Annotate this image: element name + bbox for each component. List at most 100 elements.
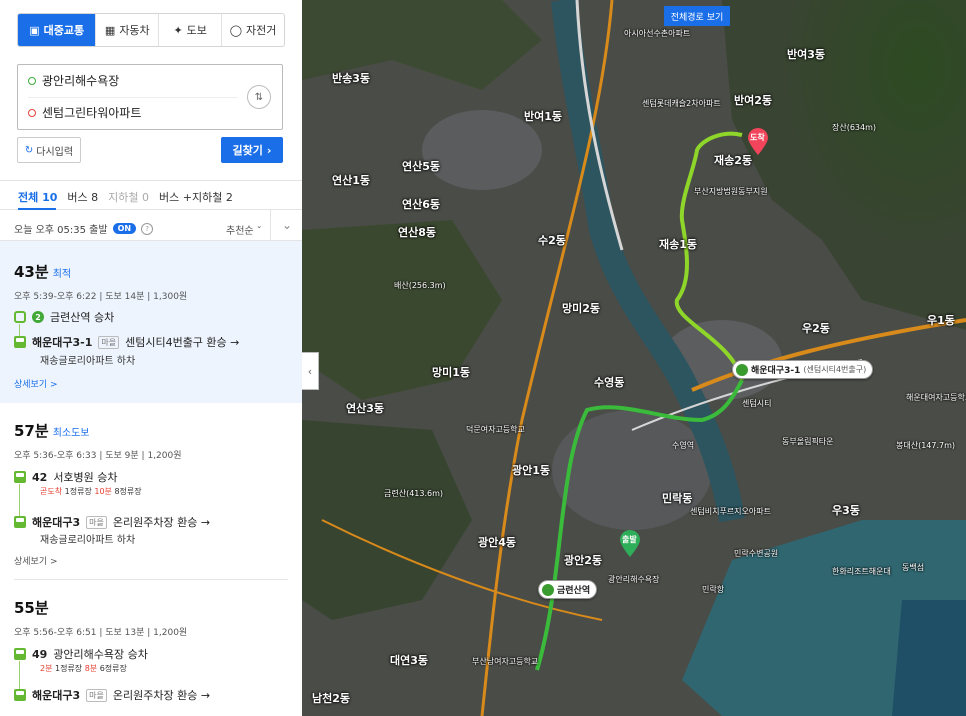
bus-number: 49 (32, 647, 48, 661)
bus-icon (736, 363, 748, 376)
poi-label: 봉대산(147.7m) (896, 441, 956, 450)
poi-label: 수영역 (672, 441, 695, 450)
route-input-box: 광안리해수욕장 센텀그린타워아파트 ⇅ (17, 64, 283, 130)
map-label: 대연3동 (390, 654, 429, 667)
map-label: 재송1동 (659, 238, 698, 251)
panel-toggle-chevron-icon[interactable]: ‹ (302, 352, 319, 390)
origin-marker-icon[interactable]: 출발 (618, 530, 642, 558)
bus-icon: ▣ (29, 23, 40, 37)
detail-link[interactable]: 상세보기 > (14, 554, 58, 567)
result-filter-tabs: 전체 10 버스 8 지하철 0 버스 +지하철 2 (18, 189, 233, 205)
destination-dot-icon (28, 108, 36, 117)
route-step: 2 금련산역 승차 (14, 309, 114, 325)
map-label: 남천2동 (312, 692, 351, 705)
poi-label: 금련산(413.6m) (384, 489, 444, 498)
map-label: 광안2동 (564, 554, 603, 567)
route-step: 해운대구3-1 마을 센텀시티4번출구 환승 → (14, 334, 239, 350)
tab-car[interactable]: ▦ 자동차 (95, 14, 158, 46)
origin-marker-label: 출발 (622, 535, 637, 544)
poi-label: 민락항 (702, 585, 725, 594)
poi-label: 동백섬 (902, 563, 925, 572)
bus-icon (14, 648, 26, 660)
map-label: 망미2동 (562, 302, 601, 315)
bus-number: 해운대구3 (32, 516, 81, 529)
tab-walk-label: 도보 (186, 24, 207, 37)
route-step: 49 광안리해수욕장 승차 (14, 646, 148, 662)
poi-label: 아시아선수촌아파트 (624, 29, 691, 38)
route-connector (19, 484, 20, 516)
route-step: 해운대구3 마을 온리원주차장 환승 → (14, 687, 210, 703)
tab-walk[interactable]: ✦ 도보 (158, 14, 221, 46)
map-label: 연산6동 (402, 198, 441, 211)
route-step: 해운대구3 마을 온리원주차장 환승 → (14, 514, 210, 530)
poi-label: 해운대여자고등학교 (906, 393, 966, 402)
map-label: 광안1동 (512, 464, 551, 477)
result-meta: 오후 5:36-오후 6:33 | 도보 9분 | 1,200원 (14, 451, 182, 461)
refresh-icon: ↻ (24, 144, 34, 156)
map-label: 망미1동 (432, 366, 471, 379)
search-route-label: 길찾기 (232, 144, 263, 157)
map-label: 우1동 (927, 314, 955, 327)
result-duration: 55분 (14, 599, 49, 617)
subway-icon (14, 311, 26, 323)
walk-icon: ✦ (173, 23, 183, 37)
map-label: 연산3동 (346, 402, 385, 415)
filter-bus-subway[interactable]: 버스 +지하철 2 (159, 189, 233, 205)
destination-marker-icon[interactable]: 도착 (746, 128, 770, 156)
car-icon: ▦ (104, 23, 116, 37)
map-label: 연산5동 (402, 160, 441, 173)
search-route-button[interactable]: 길찾기 › (221, 137, 283, 163)
map-label: 광안4동 (478, 536, 517, 549)
active-filter-indicator (18, 208, 56, 210)
result-duration: 43분 최적 (14, 263, 72, 281)
tab-transit-label: 대중교통 (43, 24, 85, 37)
filter-subway[interactable]: 지하철 0 (108, 189, 149, 205)
divider (14, 579, 288, 580)
full-route-button[interactable]: 전체경로 보기 (664, 6, 730, 26)
filter-bus[interactable]: 버스 8 (67, 189, 98, 205)
collapse-chevron-icon[interactable]: ⌄ (270, 209, 302, 241)
map-satellite (302, 0, 966, 716)
poi-label: 민락수변공원 (734, 549, 779, 558)
origin-field[interactable]: 광안리해수욕장 (28, 72, 119, 89)
tab-bike-label: 자전거 (246, 24, 277, 37)
bus-number: 해운대구3 (32, 689, 81, 702)
result-card[interactable]: 55분 오후 5:56-오후 6:51 | 도보 13분 | 1,200원 49… (0, 581, 302, 716)
bus-stop-pill[interactable]: 해운대구3-1 (센텀시티4번출구) (732, 360, 874, 379)
filter-all[interactable]: 전체 10 (18, 189, 57, 205)
destination-field[interactable]: 센텀그린타워아파트 (28, 104, 141, 121)
subway-icon (542, 583, 554, 596)
sort-dropdown[interactable]: 추천순 ˇ (226, 222, 262, 237)
poi-label: 덕문여자고등학교 (466, 425, 525, 434)
bus-icon (14, 471, 26, 483)
map-label: 수2동 (538, 234, 566, 247)
result-card[interactable]: 43분 최적 오후 5:39-오후 6:22 | 도보 14분 | 1,300원 … (0, 241, 302, 403)
reset-button[interactable]: ↻ 다시입력 (17, 137, 81, 163)
help-icon[interactable]: ? (141, 222, 154, 235)
departure-time[interactable]: 오늘 오후 05:35 출발 ON ? (14, 221, 154, 236)
detail-link[interactable]: 상세보기 > (14, 377, 58, 390)
map-label: 우2동 (802, 322, 830, 335)
origin-dot-icon (28, 76, 36, 85)
poi-label: 배산(256.3m) (394, 281, 446, 290)
result-meta: 오후 5:56-오후 6:51 | 도보 13분 | 1,200원 (14, 628, 188, 638)
map-view[interactable]: 반여3동 반여2동 재송2동 재송1동 우2동 우1동 반송3동 반여1동 망미… (302, 0, 966, 716)
bus-icon (14, 516, 26, 528)
map-label: 반여2동 (734, 94, 773, 107)
poi-label: 동부올림픽타운 (782, 437, 834, 446)
tab-bike[interactable]: ◯ 자전거 (221, 14, 284, 46)
village-bus-badge: 마을 (86, 515, 107, 529)
chevron-down-icon: ˇ (256, 226, 262, 237)
destination-marker-label: 도착 (750, 133, 765, 142)
tab-transit[interactable]: ▣ 대중교통 (18, 14, 96, 46)
poi-label: 부산지방법원동부지원 (694, 187, 768, 196)
map-label: 연산1동 (332, 174, 371, 187)
map-label: 우3동 (832, 504, 860, 517)
poi-label: 센텀롯데캐슬2차아파트 (642, 99, 721, 108)
map-label: 수영동 (594, 376, 625, 389)
swap-icon[interactable]: ⇅ (247, 85, 271, 109)
departure-toggle[interactable]: ON (112, 223, 137, 234)
result-card[interactable]: 57분 최소도보 오후 5:36-오후 6:33 | 도보 9분 | 1,200원… (0, 404, 302, 580)
bike-icon: ◯ (229, 23, 243, 37)
station-pill[interactable]: 금련산역 (538, 580, 598, 599)
